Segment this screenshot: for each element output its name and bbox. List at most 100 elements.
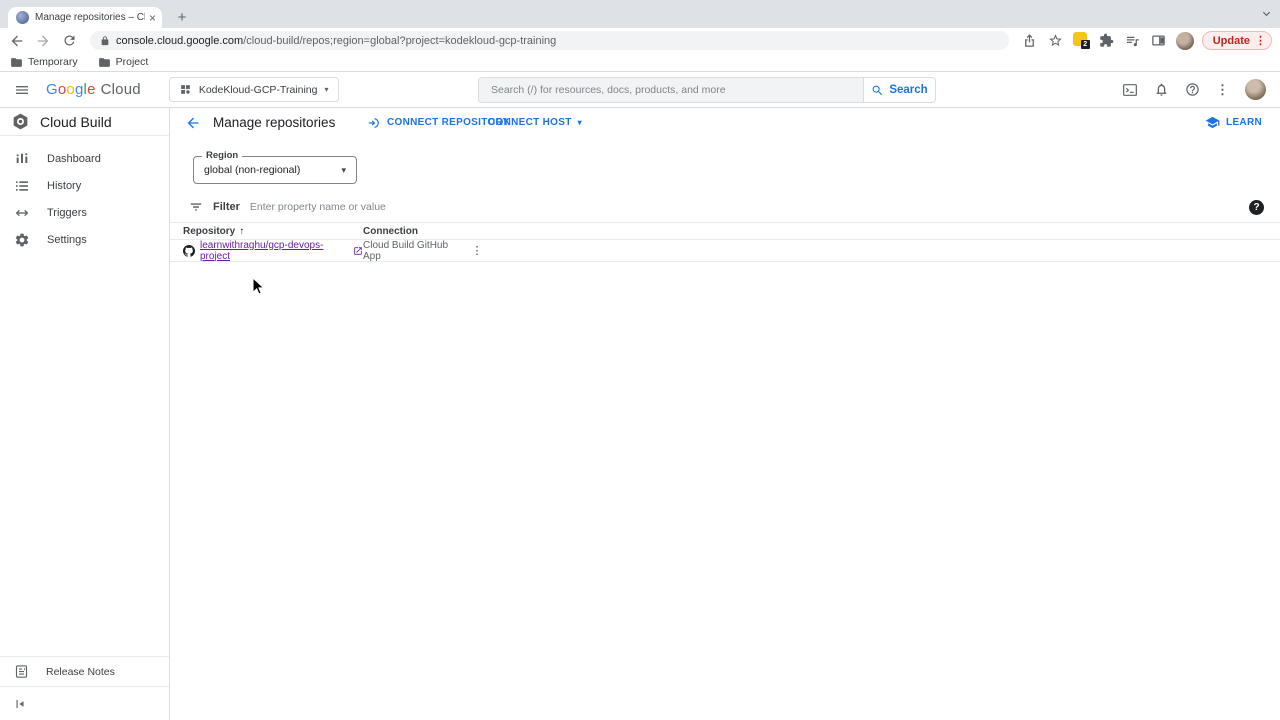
graduation-cap-icon <box>1205 115 1220 130</box>
logo-letter: G <box>46 81 58 98</box>
sort-ascending-icon[interactable]: ↑ <box>239 226 244 237</box>
back-icon[interactable] <box>8 32 26 50</box>
logo-letter: e <box>87 81 96 98</box>
url-path: /cloud-build/repos;region=global?project… <box>243 34 557 47</box>
logo-letter: g <box>74 81 84 98</box>
learn-button[interactable]: LEARN <box>1205 108 1262 137</box>
connect-host-button[interactable]: CONNECT HOST ▾ <box>488 108 582 137</box>
url-bar[interactable]: console.cloud.google.com/cloud-build/rep… <box>90 31 1009 50</box>
share-icon[interactable] <box>1021 32 1039 50</box>
lock-icon <box>100 35 110 46</box>
column-header-label: Repository <box>183 225 236 237</box>
extension-badge-icon[interactable]: 2 <box>1072 32 1090 49</box>
release-notes-icon <box>14 664 29 679</box>
sidebar-collapse-bar <box>0 686 169 720</box>
folder-icon <box>10 56 23 69</box>
gear-icon <box>14 232 30 248</box>
triggers-icon <box>14 205 30 221</box>
bookmark-star-icon[interactable] <box>1047 32 1065 50</box>
sidebar-item-settings[interactable]: Settings <box>0 226 169 253</box>
hamburger-menu-icon[interactable] <box>14 82 30 98</box>
region-dropdown-label: Region <box>202 150 243 161</box>
extensions-puzzle-icon[interactable] <box>1098 32 1116 50</box>
chevron-down-icon: ▾ <box>324 85 329 94</box>
filter-icon <box>189 200 203 214</box>
new-tab-button[interactable]: + <box>172 7 192 27</box>
bookmark-folder-temporary[interactable]: Temporary <box>10 56 78 69</box>
bookmark-label: Project <box>115 56 149 68</box>
project-name: KodeKloud-GCP-Training <box>198 83 318 96</box>
bookmark-folder-project[interactable]: Project <box>98 56 149 69</box>
back-arrow-icon[interactable] <box>182 112 204 134</box>
sidebar-item-label: Triggers <box>47 206 87 219</box>
gcp-favicon-icon <box>16 11 29 24</box>
column-header-connection: Connection <box>363 226 468 237</box>
cloud-shell-icon[interactable] <box>1122 82 1138 98</box>
google-cloud-logo[interactable]: G o o g l e Cloud <box>46 81 141 98</box>
account-avatar[interactable] <box>1245 79 1266 100</box>
region-dropdown[interactable]: Region global (non-regional) ▾ <box>193 150 357 184</box>
connect-repository-icon <box>367 116 381 130</box>
repository-link[interactable]: learnwithraghu/gcp-devops-project <box>200 240 348 262</box>
browser-tab[interactable]: Manage repositories – Cloud B × <box>8 7 162 28</box>
logo-cloud-text: Cloud <box>100 81 141 98</box>
reload-icon[interactable] <box>60 32 78 50</box>
search-icon <box>871 84 884 97</box>
external-link-icon[interactable] <box>353 246 363 256</box>
logo-letter: o <box>57 81 67 98</box>
table-row: learnwithraghu/gcp-devops-project Cloud … <box>170 240 1280 262</box>
browser-avatar[interactable] <box>1175 31 1194 50</box>
filter-input[interactable] <box>249 201 1239 213</box>
extension-badge-count: 2 <box>1080 40 1090 49</box>
column-header-repository[interactable]: Repository ↑ <box>183 226 363 237</box>
forward-icon[interactable] <box>34 32 52 50</box>
learn-label: LEARN <box>1226 117 1262 128</box>
main-content: Region global (non-regional) ▾ Filter ? … <box>170 137 1280 720</box>
sidebar-item-release-notes[interactable]: Release Notes <box>0 657 169 686</box>
media-controls-icon[interactable] <box>1124 32 1142 50</box>
side-panel-icon[interactable] <box>1150 32 1168 50</box>
browser-menu-icon[interactable]: ⋮ <box>1255 34 1266 47</box>
search-button[interactable]: Search <box>863 78 935 102</box>
sidebar-item-label: History <box>47 179 82 192</box>
filter-help-icon[interactable]: ? <box>1249 199 1264 215</box>
search-button-label: Search <box>889 84 928 96</box>
product-name: Cloud Build <box>40 113 112 130</box>
sidebar-item-label: Release Notes <box>46 665 115 678</box>
sidebar-item-dashboard[interactable]: Dashboard <box>0 145 169 172</box>
product-header: Cloud Build <box>0 108 169 136</box>
project-selector[interactable]: KodeKloud-GCP-Training ▾ <box>168 77 339 102</box>
sidebar-item-label: Settings <box>47 233 87 246</box>
table-header-row: Repository ↑ Connection <box>170 222 1280 240</box>
help-icon[interactable] <box>1185 82 1200 97</box>
filter-label: Filter <box>213 201 240 213</box>
tab-title: Manage repositories – Cloud B <box>35 12 145 23</box>
page-title: Manage repositories <box>213 115 336 130</box>
bookmark-label: Temporary <box>28 56 78 68</box>
header-utility-icons: ⋮ <box>1122 79 1266 100</box>
collapse-panel-icon[interactable] <box>13 697 27 711</box>
sidebar-item-history[interactable]: History <box>0 172 169 199</box>
more-vert-icon[interactable]: ⋮ <box>1216 82 1229 98</box>
dashboard-icon <box>14 151 30 167</box>
url-domain: console.cloud.google.com <box>116 34 244 47</box>
sidebar-item-triggers[interactable]: Triggers <box>0 199 169 226</box>
page-header: Manage repositories CONNECT REPOSITORY C… <box>170 108 1280 137</box>
row-menu-icon[interactable]: ⋮ <box>468 242 486 260</box>
close-tab-icon[interactable]: × <box>149 12 156 24</box>
update-button[interactable]: Update ⋮ <box>1201 31 1272 50</box>
history-list-icon <box>14 178 30 194</box>
folder-icon <box>98 56 111 69</box>
browser-tab-strip: Manage repositories – Cloud B × + <box>0 0 1280 28</box>
connection-cell: Cloud Build GitHub App <box>363 239 449 262</box>
project-icon <box>179 83 192 96</box>
sidebar: Cloud Build Dashboard History Triggers S… <box>0 108 170 720</box>
chevron-down-icon[interactable] <box>1261 8 1272 19</box>
search-input[interactable] <box>479 78 863 102</box>
sidebar-item-label: Dashboard <box>47 152 101 165</box>
cloud-build-logo-icon <box>11 112 30 131</box>
notifications-bell-icon[interactable] <box>1154 82 1169 97</box>
chevron-down-icon: ▾ <box>341 164 346 175</box>
repositories-table: Repository ↑ Connection learnwithraghu/g… <box>170 222 1280 262</box>
bookmarks-bar: Temporary Project <box>0 53 1280 72</box>
